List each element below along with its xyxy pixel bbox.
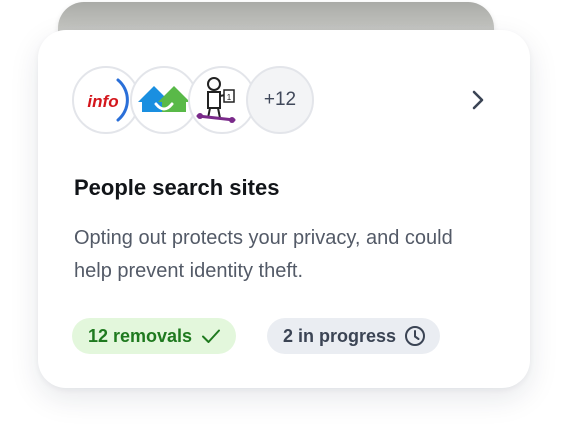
card-description: Opting out protects your privacy, and co… (74, 227, 453, 282)
house-logo-icon (138, 86, 190, 112)
chevron-right-icon[interactable] (466, 88, 490, 112)
removals-badge-label: 12 removals (88, 325, 193, 346)
svg-text:1: 1 (227, 93, 232, 102)
clock-icon (405, 326, 426, 346)
people-search-card[interactable]: info 1 +12 People search sites Opting ou… (38, 30, 530, 388)
in-progress-badge[interactable]: 2 in progress (267, 318, 441, 354)
in-progress-badge-label: 2 in progress (283, 325, 397, 346)
info-logo-icon: info (87, 78, 129, 122)
removals-badge[interactable]: 12 removals (72, 318, 237, 354)
more-sites-count-label: +12 (263, 89, 297, 110)
site-avatar-group: info 1 +12 (72, 66, 332, 138)
stage: info 1 +12 People search sites Opting ou… (0, 0, 567, 433)
checkmark-icon (202, 329, 221, 343)
card-title: People search sites (74, 175, 280, 200)
more-sites-count: +12 (246, 66, 314, 134)
svg-text:info: info (87, 92, 118, 111)
figure-logo-icon: 1 (196, 77, 236, 123)
